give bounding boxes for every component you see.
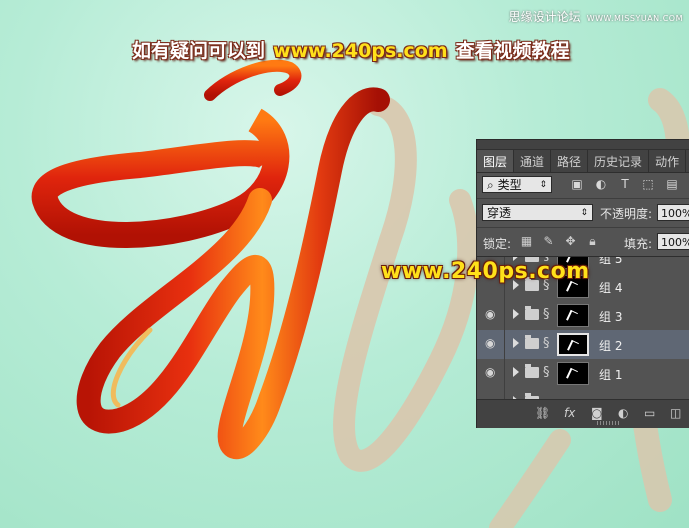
site-credit: 思缘设计论坛 WWW.MISSYUAN.COM	[509, 8, 683, 25]
expand-triangle-icon[interactable]	[513, 338, 519, 348]
layer-row-selected[interactable]: ◉ § 组 2	[477, 330, 689, 360]
banner-suffix: 查看视频教程	[455, 40, 570, 62]
visibility-toggle[interactable]: ◉	[477, 359, 505, 388]
banner-prefix: 如有疑问可以到	[132, 40, 266, 62]
expand-triangle-icon[interactable]	[513, 309, 519, 319]
eye-icon: ◉	[485, 336, 496, 350]
eye-icon: ◉	[485, 365, 496, 379]
panel-title-bar[interactable]	[477, 140, 689, 150]
resize-grip[interactable]	[597, 421, 621, 425]
image-filter-icon[interactable]: ▣	[570, 178, 584, 191]
tab-channels[interactable]: 通道	[514, 150, 552, 172]
panel-footer: ⛓︎ fx ◙ ◐ ▭ ◫	[477, 399, 689, 428]
tab-actions[interactable]: 动作	[649, 150, 687, 172]
fx-icon[interactable]: fx	[564, 406, 575, 420]
layer-row[interactable]: ◉ § 组 3	[477, 301, 689, 331]
layer-mask-thumbnail[interactable]	[557, 362, 589, 385]
folder-icon	[525, 364, 539, 378]
layer-name[interactable]: 组 5	[599, 257, 622, 267]
adjustment-filter-icon[interactable]: ◐	[594, 178, 608, 191]
lock-position-icon[interactable]: ✥	[564, 235, 577, 248]
layer-row[interactable]: ◉ § 组 1	[477, 359, 689, 389]
search-icon: ⌕	[487, 178, 494, 192]
visibility-toggle[interactable]	[477, 388, 505, 399]
watermark-url: www.240ps.com	[381, 259, 590, 284]
folder-icon	[525, 306, 539, 320]
lock-brush-icon[interactable]: ✎	[542, 235, 555, 248]
chevron-updown-icon: ⇕	[580, 208, 588, 218]
shape-filter-icon[interactable]: ⬚	[641, 178, 655, 191]
filter-row: ⌕ 类型 ⇕ ▣ ◐ T ⬚ ▤	[477, 172, 689, 199]
blend-mode-value: 穿透	[487, 206, 512, 220]
expand-triangle-icon[interactable]	[513, 367, 519, 377]
filter-type-label: 类型	[497, 178, 522, 192]
lock-all-icon[interactable]: 🔒︎	[586, 235, 599, 248]
lock-transparent-icon[interactable]: ▦	[520, 235, 533, 248]
ribbon-shadow-bottom	[489, 429, 571, 528]
link-icon: §	[543, 365, 550, 380]
blend-mode-select[interactable]: 穿透 ⇕	[482, 204, 593, 221]
filter-type-select[interactable]: ⌕ 类型 ⇕	[482, 176, 552, 193]
chevron-updown-icon: ⇕	[539, 180, 547, 190]
opacity-label: 不透明度:	[600, 207, 653, 221]
layer-name[interactable]: 组 1	[599, 366, 622, 383]
layer-row[interactable]	[477, 388, 689, 399]
add-mask-icon[interactable]: ◙	[591, 406, 603, 420]
layer-name[interactable]: 组 2	[599, 337, 622, 354]
link-icon: §	[543, 307, 550, 322]
banner-url: www.240ps.com	[273, 40, 448, 62]
fill-label: 填充:	[624, 237, 653, 251]
visibility-toggle[interactable]: ◉	[477, 301, 505, 330]
panel-tabs: 图层 通道 路径 历史记录 动作	[477, 150, 689, 173]
tutorial-banner: 如有疑问可以到 www.240ps.com 查看视频教程	[132, 36, 570, 63]
tab-layers[interactable]: 图层	[477, 150, 515, 172]
fill-input[interactable]: 100%	[657, 233, 689, 250]
layer-mask-thumbnail[interactable]	[557, 333, 589, 356]
folder-icon	[525, 335, 539, 349]
lock-row: 锁定: ▦ ✎ ✥ 🔒︎ 填充: 100%	[477, 228, 689, 257]
opacity-input[interactable]: 100%	[657, 204, 689, 221]
adjustment-layer-icon[interactable]: ◐	[618, 406, 628, 420]
tab-paths[interactable]: 路径	[551, 150, 589, 172]
new-group-icon[interactable]: ▭	[644, 406, 655, 420]
smart-object-filter-icon[interactable]: ▤	[665, 178, 679, 191]
layer-name[interactable]: 组 3	[599, 308, 622, 325]
blend-row: 穿透 ⇕ 不透明度: 100%	[477, 199, 689, 228]
layer-mask-thumbnail[interactable]	[557, 304, 589, 327]
eye-icon: ◉	[485, 307, 496, 321]
link-layers-icon[interactable]: ⛓︎	[535, 406, 550, 420]
new-layer-icon[interactable]: ◫	[670, 406, 681, 420]
site-name: 思缘设计论坛	[508, 10, 581, 24]
lock-label: 锁定:	[483, 237, 512, 251]
layer-name[interactable]: 组 4	[599, 279, 622, 296]
link-icon: §	[543, 336, 550, 351]
type-filter-icon[interactable]: T	[618, 178, 632, 191]
ribbon-top-curl	[204, 59, 302, 101]
site-url: WWW.MISSYUAN.COM	[586, 14, 683, 23]
visibility-toggle[interactable]: ◉	[477, 330, 505, 359]
tab-history[interactable]: 历史记录	[588, 150, 650, 172]
